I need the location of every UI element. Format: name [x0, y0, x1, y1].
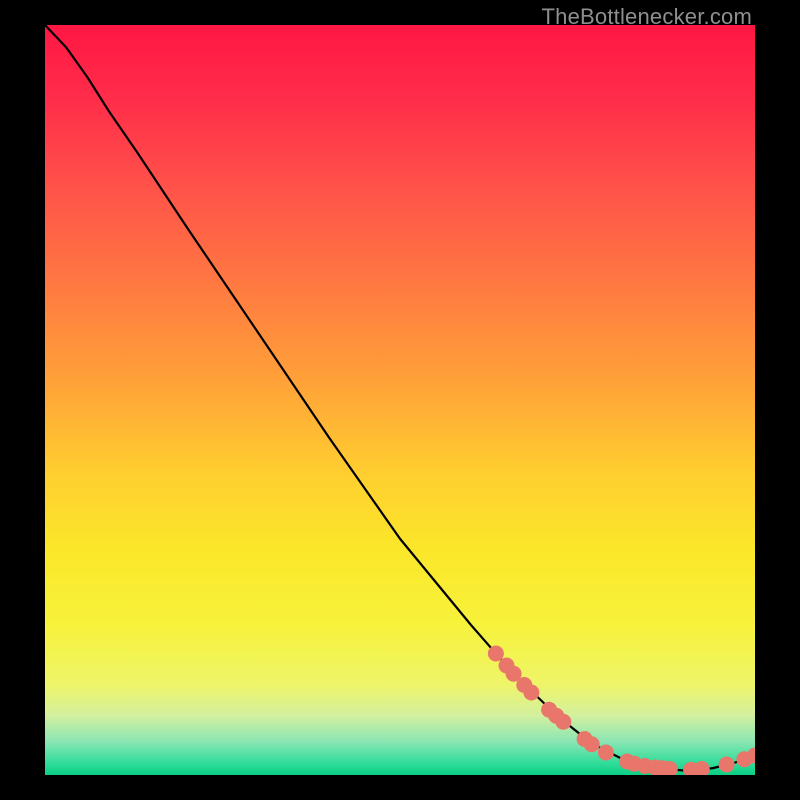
chart-background [45, 25, 755, 775]
data-point [584, 736, 600, 752]
data-point [719, 757, 735, 773]
data-point [523, 685, 539, 701]
data-point [598, 745, 614, 761]
chart-frame: TheBottlenecker.com [0, 0, 800, 800]
bottleneck-chart [45, 25, 755, 775]
data-point [488, 646, 504, 662]
data-point [555, 714, 571, 730]
